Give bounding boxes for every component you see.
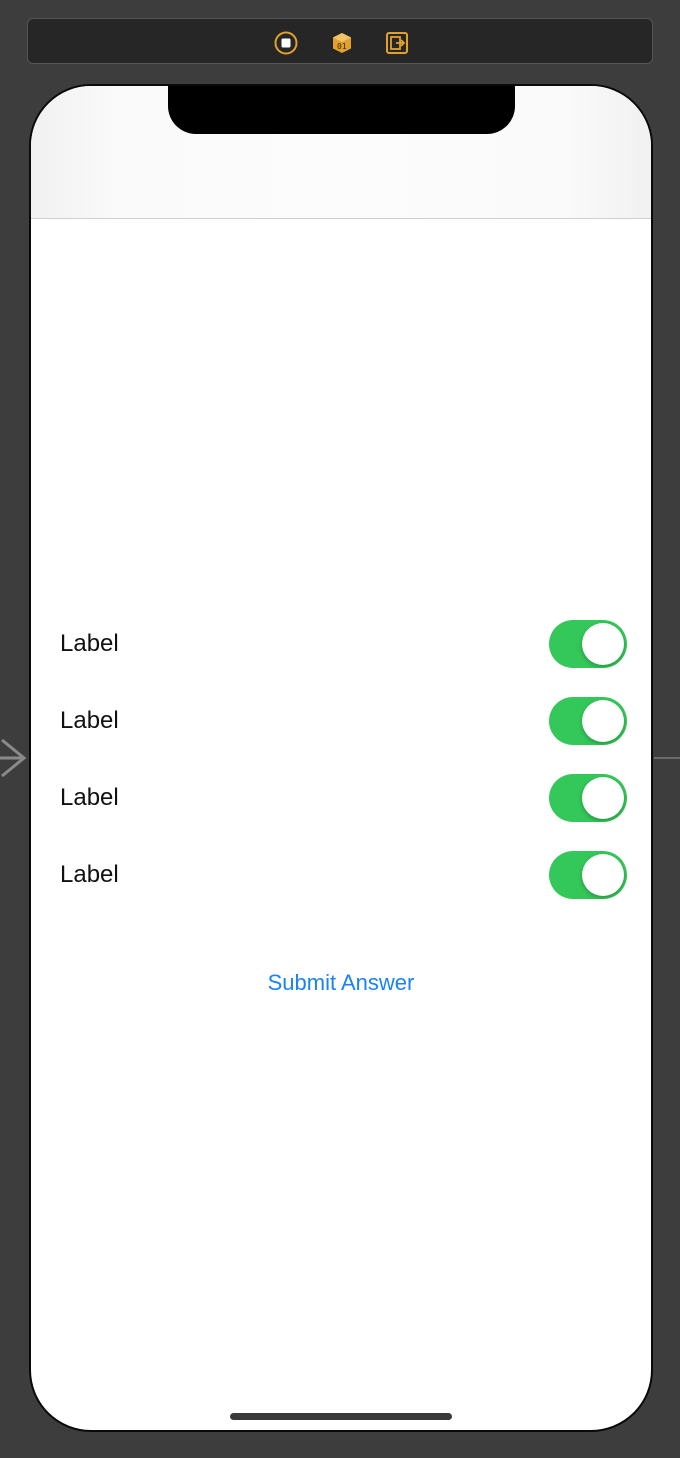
toggle-switch[interactable] bbox=[549, 697, 627, 745]
switch-knob bbox=[582, 623, 624, 665]
home-indicator bbox=[230, 1413, 452, 1420]
list-item: Label bbox=[60, 851, 627, 899]
segue-connector-line bbox=[654, 757, 680, 759]
view-controller-icon[interactable] bbox=[274, 31, 298, 55]
row-label: Label bbox=[60, 630, 119, 657]
exit-icon[interactable] bbox=[385, 31, 409, 55]
toggle-switch[interactable] bbox=[549, 774, 627, 822]
scene-dock: 01 bbox=[27, 18, 653, 64]
switch-knob bbox=[582, 777, 624, 819]
row-label: Label bbox=[60, 707, 119, 734]
list-item: Label bbox=[60, 620, 627, 668]
first-responder-icon[interactable]: 01 bbox=[330, 31, 354, 55]
row-label: Label bbox=[60, 784, 119, 811]
storyboard-canvas: 01 Label Label Label Label Submit Answer bbox=[0, 0, 680, 1458]
svg-text:01: 01 bbox=[337, 42, 347, 51]
submit-answer-button[interactable]: Submit Answer bbox=[31, 970, 651, 996]
toggle-switch[interactable] bbox=[549, 851, 627, 899]
list-item: Label bbox=[60, 774, 627, 822]
entry-point-arrow-icon bbox=[0, 738, 28, 778]
toggle-switch[interactable] bbox=[549, 620, 627, 668]
switch-knob bbox=[582, 700, 624, 742]
switch-knob bbox=[582, 854, 624, 896]
list-item: Label bbox=[60, 697, 627, 745]
row-label: Label bbox=[60, 861, 119, 888]
device-frame: Label Label Label Label Submit Answer bbox=[29, 84, 653, 1432]
device-notch bbox=[168, 86, 515, 134]
